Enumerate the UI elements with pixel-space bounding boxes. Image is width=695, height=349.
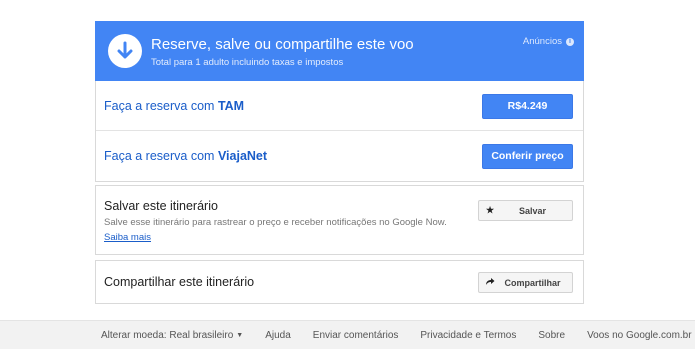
share-arrow-icon xyxy=(479,277,501,288)
feedback-link[interactable]: Enviar comentários xyxy=(313,330,399,341)
booking-header: Reserve, salve ou compartilhe este voo T… xyxy=(95,21,584,81)
price-button[interactable]: R$4.249 xyxy=(482,94,573,119)
download-arrow-icon xyxy=(108,34,142,68)
booking-option-row: Faça a reserva com ViajaNet Conferir pre… xyxy=(96,131,583,181)
help-link[interactable]: Ajuda xyxy=(265,330,291,341)
footer: Alterar moeda: Real brasileiro ▼ Ajuda En… xyxy=(0,320,695,349)
save-itinerary-card: Salvar este itinerário Salve esse itiner… xyxy=(95,185,584,255)
booking-option-label[interactable]: Faça a reserva com TAM xyxy=(104,99,244,113)
info-icon[interactable]: i xyxy=(566,37,574,46)
check-price-button[interactable]: Conferir preço xyxy=(482,144,573,169)
learn-more-link[interactable]: Saiba mais xyxy=(104,232,151,243)
caret-down-icon: ▼ xyxy=(236,331,244,339)
save-button-label: Salvar xyxy=(518,205,547,216)
save-button[interactable]: ★ Salvar xyxy=(478,200,573,221)
save-title: Salvar este itinerário xyxy=(104,199,218,213)
save-description: Salve esse itinerário para rastrear o pr… xyxy=(104,217,447,228)
provider-name: ViajaNet xyxy=(217,149,268,163)
flight-booking-panel: Reserve, salve ou compartilhe este voo T… xyxy=(0,0,695,349)
header-subtitle: Total para 1 adulto incluindo taxas e im… xyxy=(151,57,344,68)
domain-link[interactable]: Voos no Google.com.br xyxy=(587,330,692,341)
share-title: Compartilhar este itinerário xyxy=(104,275,255,289)
share-button-label: Compartilhar xyxy=(504,277,561,288)
ads-label-text: Anúncios xyxy=(522,36,562,47)
booking-options: Faça a reserva com TAM R$4.249 Faça a re… xyxy=(95,81,584,182)
header-title: Reserve, salve ou compartilhe este voo xyxy=(151,36,414,53)
booking-option-row: Faça a reserva com TAM R$4.249 xyxy=(96,81,583,131)
about-link[interactable]: Sobre xyxy=(538,330,565,341)
privacy-link[interactable]: Privacidade e Termos xyxy=(420,330,516,341)
booking-option-label[interactable]: Faça a reserva com ViajaNet xyxy=(104,149,267,163)
footer-links: Alterar moeda: Real brasileiro ▼ Ajuda En… xyxy=(101,330,692,341)
provider-name: TAM xyxy=(217,99,245,113)
ads-label[interactable]: Anúncios i xyxy=(523,36,574,47)
star-icon: ★ xyxy=(485,205,495,215)
currency-selector[interactable]: Alterar moeda: Real brasileiro ▼ xyxy=(101,330,243,341)
share-itinerary-card: Compartilhar este itinerário Compartilha… xyxy=(95,260,584,304)
share-button[interactable]: Compartilhar xyxy=(478,272,573,293)
